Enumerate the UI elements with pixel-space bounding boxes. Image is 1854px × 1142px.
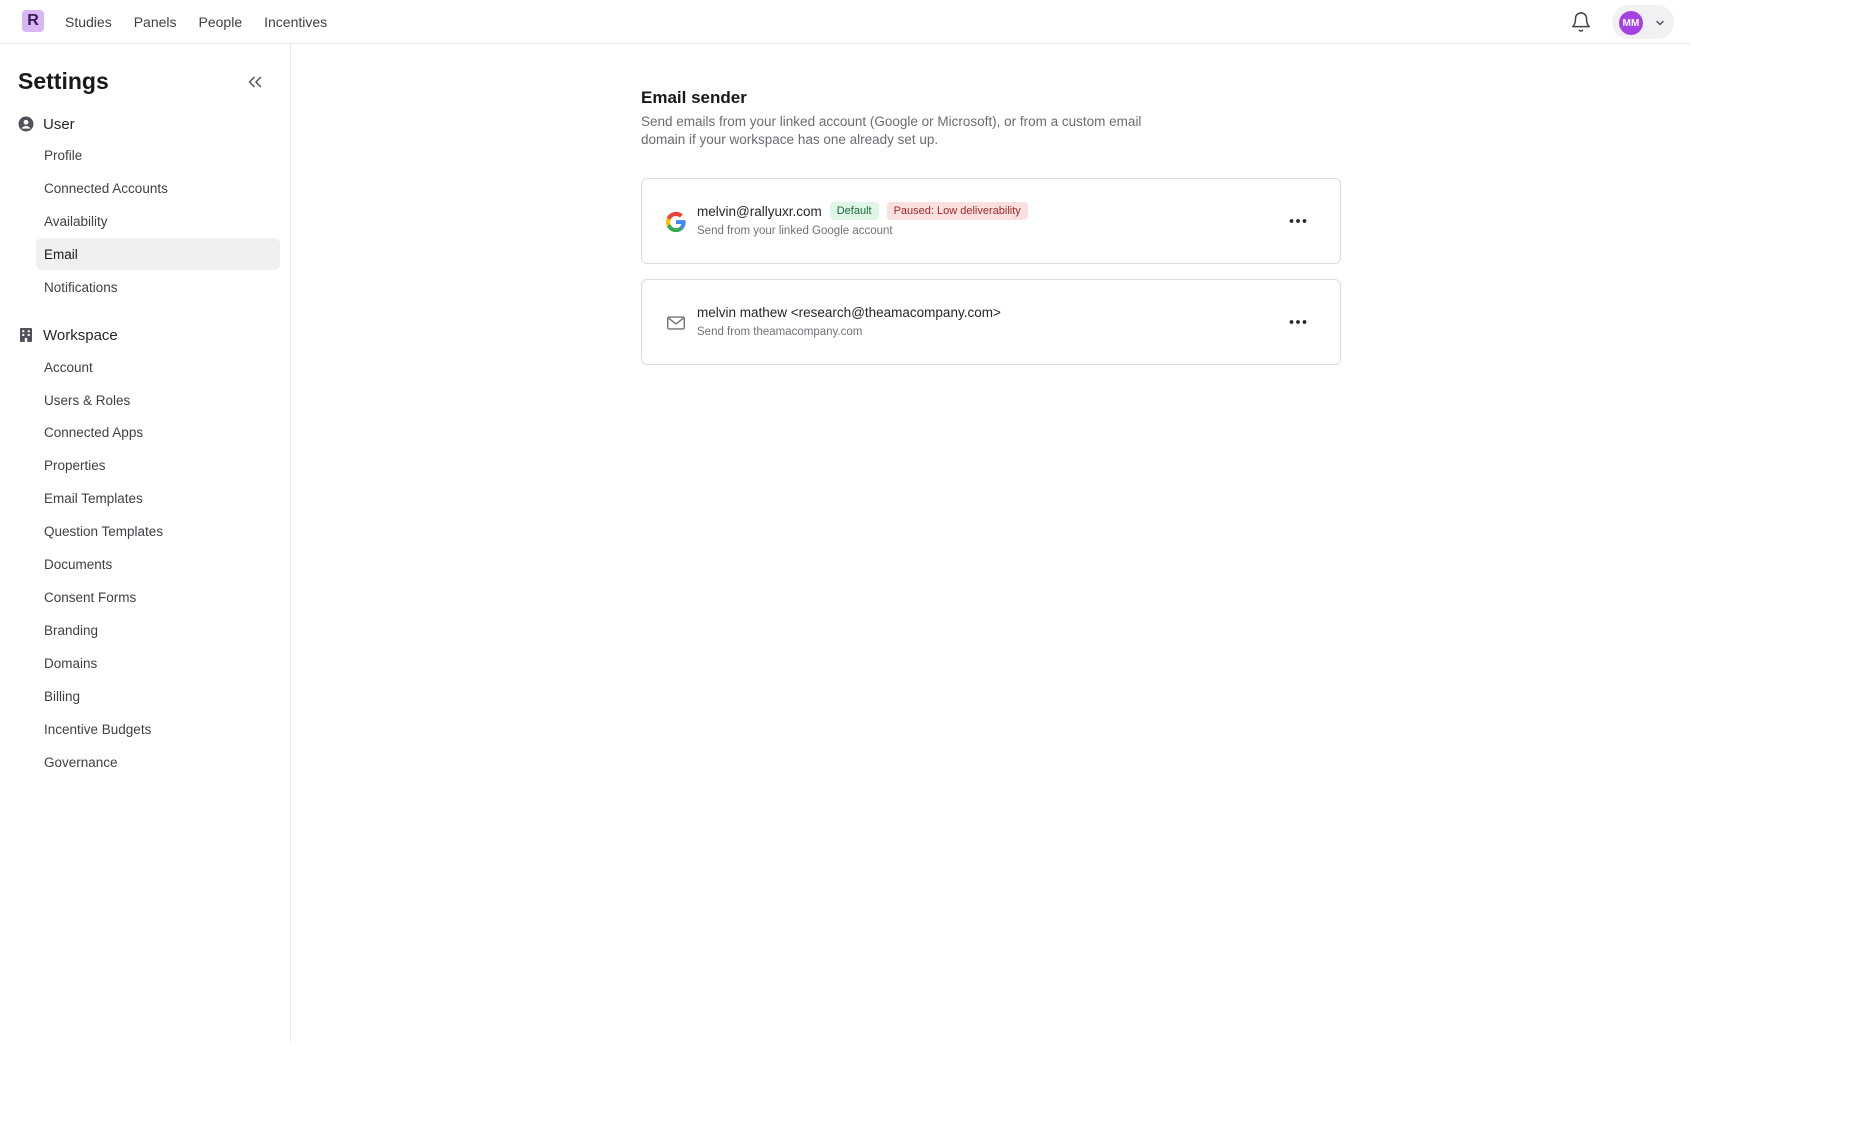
nav-people[interactable]: People [199,12,243,32]
sender-card-custom-domain: melvin mathew <research@theamacompany.co… [641,279,1341,365]
sidebar-item-connected-accounts[interactable]: Connected Accounts [36,172,280,204]
section-workspace-label: Workspace [43,326,118,344]
sidebar-item-governance[interactable]: Governance [36,746,280,778]
sidebar-item-domains[interactable]: Domains [36,647,280,679]
sender-card-text: melvin@rallyuxr.com Default Paused: Low … [697,201,1028,237]
sidebar-item-consent-forms[interactable]: Consent Forms [36,581,280,613]
sidebar-title: Settings [18,68,109,94]
sidebar-item-documents[interactable]: Documents [36,548,280,580]
sidebar-item-account[interactable]: Account [36,351,280,383]
section-user: User [18,113,75,135]
collapse-sidebar-icon[interactable] [244,71,266,93]
sender-subtitle: Send from your linked Google account [697,225,893,237]
user-menu-button[interactable]: MM [1612,5,1674,39]
more-options-icon[interactable] [1286,209,1310,233]
sidebar-item-availability[interactable]: Availability [36,205,280,237]
sidebar-item-question-templates[interactable]: Question Templates [36,515,280,547]
app-logo[interactable]: R [22,10,44,32]
sender-card-google: melvin@rallyuxr.com Default Paused: Low … [641,178,1341,264]
default-badge: Default [829,202,879,220]
bell-icon[interactable] [1570,11,1592,33]
sender-address: melvin mathew <research@theamacompany.co… [697,304,1001,320]
sidebar-item-profile[interactable]: Profile [36,139,280,171]
section-user-label: User [43,115,75,133]
page-description: Send emails from your linked account (Go… [641,114,1142,147]
nav-incentives[interactable]: Incentives [264,12,327,32]
sidebar-item-billing[interactable]: Billing [36,680,280,712]
sender-address: melvin@rallyuxr.com [697,203,822,219]
more-options-icon[interactable] [1286,310,1310,334]
mail-icon [667,316,685,330]
chevron-down-icon [1656,20,1664,26]
status-badge: Paused: Low deliverability [886,202,1028,220]
avatar: MM [1619,11,1643,35]
top-navigation: R Studies Panels People Incentives MM [0,0,1690,44]
building-icon [20,328,32,342]
page-title: Email sender [641,88,747,107]
sidebar-item-properties[interactable]: Properties [36,449,280,481]
sender-card-text: melvin mathew <research@theamacompany.co… [697,302,1001,339]
nav-panels[interactable]: Panels [134,12,177,32]
sender-subtitle: Send from theamacompany.com [697,326,863,338]
sidebar-item-users-roles[interactable]: Users & Roles [36,384,280,416]
nav-studies[interactable]: Studies [65,12,112,32]
sidebar-item-email[interactable]: Email [36,238,280,270]
sidebar-item-notifications[interactable]: Notifications [36,271,280,303]
sidebar-item-branding[interactable]: Branding [36,614,280,646]
google-icon [665,211,686,233]
sidebar-item-connected-apps[interactable]: Connected Apps [36,416,280,448]
sidebar-item-email-templates[interactable]: Email Templates [36,482,280,514]
settings-sidebar: Settings User Profile Connected Accounts… [0,44,291,1042]
user-circle-icon [18,116,34,132]
sidebar-item-incentive-budgets[interactable]: Incentive Budgets [36,713,280,745]
main-nav: Studies Panels People Incentives [65,12,349,32]
section-workspace: Workspace [18,324,118,346]
logo-letter: R [27,12,39,29]
